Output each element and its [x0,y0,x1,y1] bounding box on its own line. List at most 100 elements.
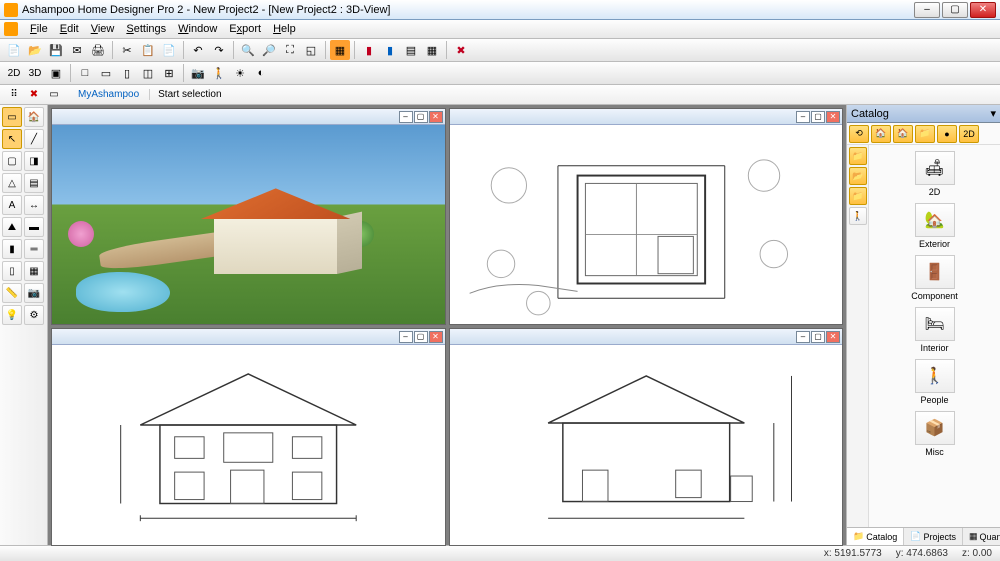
undo-button[interactable]: ↶ [188,40,208,60]
tool-chimney[interactable]: ▯ [2,261,22,281]
catalog-items-list[interactable]: 🛋2D 🏡Exterior 🚪Component 🛏Interior 🚶Peop… [869,145,1000,527]
pane-close-button[interactable]: ✕ [826,111,840,123]
catalog-item-component[interactable]: 🚪Component [905,253,965,303]
tool-camera[interactable]: 📷 [24,283,44,303]
menu-edit[interactable]: Edit [54,23,85,35]
catalog-item-2d[interactable]: 🛋2D [905,149,965,199]
catalog-side-2[interactable]: 📂 [849,167,867,185]
tool-window[interactable]: ▢ [2,151,22,171]
viewport-elevation-front[interactable] [52,345,445,544]
catalog-item-people[interactable]: 🚶People [905,357,965,407]
pane-minimize-button[interactable]: – [796,111,810,123]
tool-text[interactable]: A [2,195,22,215]
tool-light[interactable]: 💡 [2,305,22,325]
catalog-item-exterior[interactable]: 🏡Exterior [905,201,965,251]
print-button[interactable]: 🖨 [88,40,108,60]
catalog-nav-exterior[interactable]: 🏠 [893,125,913,143]
tool-stairs[interactable]: ▤ [24,173,44,193]
catalog-nav-2d[interactable]: 2D [959,125,979,143]
copy-button[interactable]: 📋 [138,40,158,60]
tool-pointer[interactable]: ↖ [2,129,22,149]
tool-misc[interactable]: ⚙ [24,305,44,325]
tool-building[interactable]: 🏠 [24,107,44,127]
pane-close-button[interactable]: ✕ [826,331,840,343]
camera-button[interactable]: 📷 [188,63,208,83]
pane-minimize-button[interactable]: – [399,331,413,343]
view-3d-button[interactable]: 3D [25,63,45,83]
tool-select[interactable]: ▭ [2,107,22,127]
tool-beam[interactable]: ═ [24,239,44,259]
pane-maximize-button[interactable]: ▢ [811,111,825,123]
shadow-button[interactable]: ◐ [251,63,271,83]
selection-icon[interactable]: ▭ [46,87,62,103]
layout-2v-button[interactable]: ▯ [117,63,137,83]
mail-button[interactable]: ✉ [67,40,87,60]
pane-maximize-button[interactable]: ▢ [414,111,428,123]
open-file-button[interactable]: 📂 [25,40,45,60]
zoom-out-button[interactable]: 🔎 [259,40,279,60]
new-file-button[interactable]: 📄 [4,40,24,60]
catalog-side-4[interactable]: 🚶 [849,207,867,225]
render-button[interactable]: ▦ [330,40,350,60]
catalog-side-1[interactable]: 📁 [849,147,867,165]
tab-projects[interactable]: 📄 Projects [904,528,963,545]
layout-1-button[interactable]: □ [75,63,95,83]
tool-column[interactable]: ▮ [2,239,22,259]
cut-button[interactable]: ✂ [117,40,137,60]
viewport-plan[interactable] [450,125,843,324]
tool-wall[interactable]: ╱ [24,129,44,149]
cancel-icon[interactable]: ✖ [26,87,42,103]
viewport-elevation-side[interactable] [450,345,843,544]
tool-surface[interactable]: ▦ [24,261,44,281]
delete-button[interactable]: ✖ [451,40,471,60]
zoom-fit-button[interactable]: ⛶ [280,40,300,60]
tool-slab[interactable]: ▬ [24,217,44,237]
zoom-in-button[interactable]: 🔍 [238,40,258,60]
pane-maximize-button[interactable]: ▢ [811,331,825,343]
menu-view[interactable]: View [85,23,121,35]
close-button[interactable]: ✕ [970,2,996,18]
quickbar-handle-icon[interactable]: ⠿ [6,87,22,103]
pane-close-button[interactable]: ✕ [429,111,443,123]
viewport-3d[interactable] [52,125,445,324]
tool-roof[interactable]: △ [2,173,22,193]
pane-minimize-button[interactable]: – [796,331,810,343]
paste-button[interactable]: 📄 [159,40,179,60]
catalog-nav-folder[interactable]: 📁 [915,125,935,143]
menu-file[interactable]: File [24,23,54,35]
view-section-button[interactable]: ▣ [46,63,66,83]
catalog-item-misc[interactable]: 📦Misc [905,409,965,459]
layout-3-button[interactable]: ◫ [138,63,158,83]
pane-minimize-button[interactable]: – [399,111,413,123]
layout-4-button[interactable]: ⊞ [159,63,179,83]
redo-button[interactable]: ↷ [209,40,229,60]
catalog-chevron-icon[interactable]: ▾ [990,107,996,120]
zoom-region-button[interactable]: ◱ [301,40,321,60]
menu-export[interactable]: Export [223,23,267,35]
catalog-nav-home[interactable]: 🏠 [871,125,891,143]
maximize-button[interactable]: ▢ [942,2,968,18]
menu-help[interactable]: Help [267,23,302,35]
tab-quantities[interactable]: ▦ Quantities [963,528,1000,545]
view-2d-button[interactable]: 2D [4,63,24,83]
myashampoo-link[interactable]: MyAshampoo [78,89,139,100]
tool-terrain[interactable]: ⛰ [2,217,22,237]
menu-window[interactable]: Window [172,23,223,35]
catalog-nav-back[interactable]: ⟲ [849,125,869,143]
save-button[interactable]: 💾 [46,40,66,60]
catalog-nav-record[interactable]: ● [937,125,957,143]
tool-door[interactable]: ◨ [24,151,44,171]
catalog-side-3[interactable]: 📁 [849,187,867,205]
wall-tool-button[interactable]: ▮ [359,40,379,60]
tool-dimension[interactable]: ↔ [24,195,44,215]
pane-close-button[interactable]: ✕ [429,331,443,343]
layout-2h-button[interactable]: ▭ [96,63,116,83]
tab-catalog[interactable]: 📁 Catalog [847,528,904,545]
grid-button[interactable]: ▦ [422,40,442,60]
layer-button[interactable]: ▤ [401,40,421,60]
sun-button[interactable]: ☀ [230,63,250,83]
room-tool-button[interactable]: ▮ [380,40,400,60]
menu-settings[interactable]: Settings [120,23,172,35]
tool-measure[interactable]: 📏 [2,283,22,303]
walk-button[interactable]: 🚶 [209,63,229,83]
